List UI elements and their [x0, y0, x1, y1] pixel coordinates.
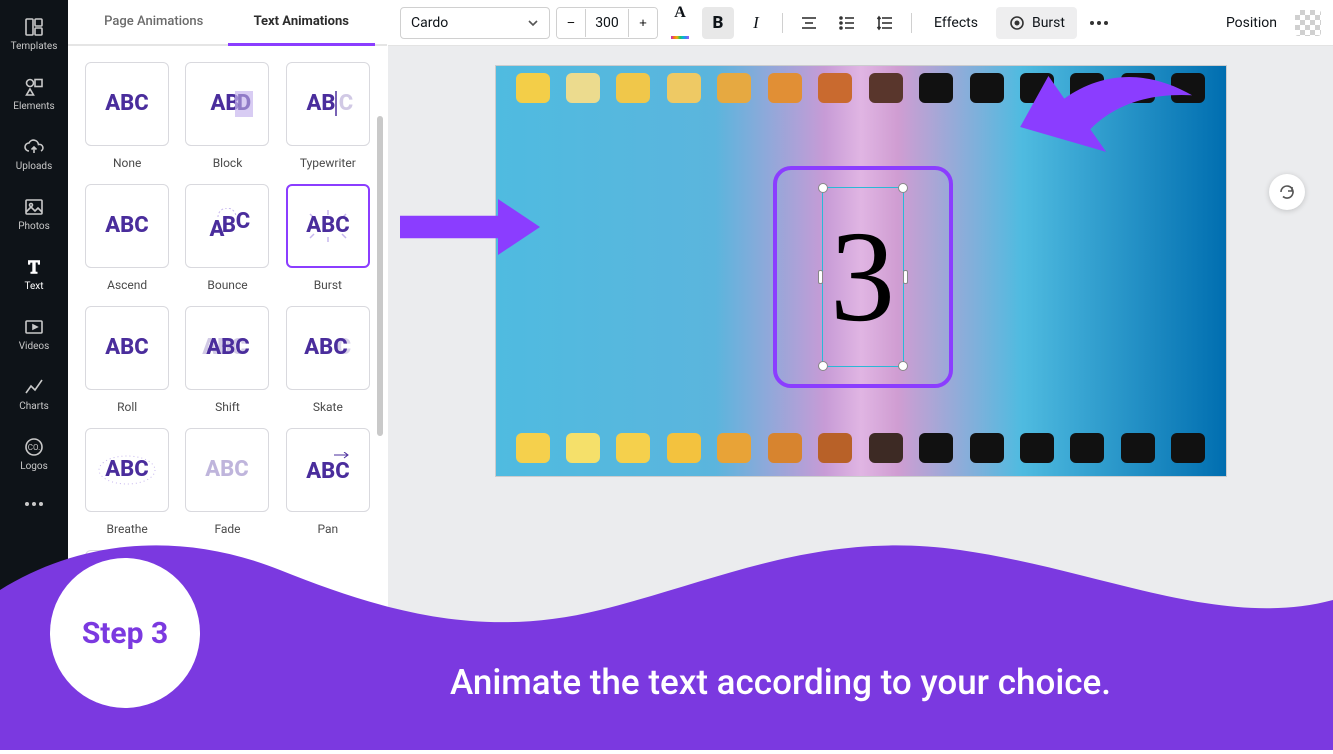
- bold-button[interactable]: B: [702, 7, 734, 39]
- anim-block[interactable]: ABDBlock: [184, 62, 270, 170]
- anim-ascend[interactable]: ABCAscend: [84, 184, 170, 292]
- photo-icon: [23, 196, 45, 218]
- svg-text:CO.: CO.: [28, 443, 40, 452]
- arrow-annotation-1: [400, 192, 540, 262]
- logo-icon: CO.: [23, 436, 45, 458]
- svg-text:ABC: ABC: [105, 583, 148, 608]
- text-color[interactable]: A: [664, 7, 696, 39]
- nav-text[interactable]: TText: [0, 248, 68, 300]
- anim-bounce[interactable]: ABCBounce: [184, 184, 270, 292]
- list-icon: [838, 14, 856, 32]
- tab-text-anim[interactable]: Text Animations: [228, 0, 376, 46]
- svg-text:ABC: ABC: [207, 335, 250, 360]
- svg-text:ABC: ABC: [105, 457, 148, 482]
- side-panel: Page Animations Text Animations ABCNone …: [68, 0, 388, 750]
- svg-text:B: B: [222, 213, 236, 238]
- nav-rail: Templates Elements Uploads Photos TText …: [0, 0, 68, 750]
- nav-elements[interactable]: Elements: [0, 68, 68, 120]
- page-tray: 3 +: [388, 670, 1333, 750]
- anim-extra[interactable]: ABC: [84, 550, 170, 634]
- italic-button[interactable]: I: [740, 7, 772, 39]
- font-size-dec[interactable]: −: [557, 8, 585, 38]
- spacing-button[interactable]: [869, 7, 901, 39]
- video-icon: [23, 316, 45, 338]
- anim-typewriter[interactable]: ABCTypewriter: [285, 62, 371, 170]
- anim-pan[interactable]: ABCPan: [285, 428, 371, 536]
- svg-text:ABC: ABC: [306, 213, 349, 238]
- collapse-tray[interactable]: ⌄: [838, 667, 884, 679]
- svg-text:D: D: [237, 91, 251, 116]
- list-button[interactable]: [831, 7, 863, 39]
- font-size-group: − 300 +: [556, 7, 658, 39]
- spacing-icon: [876, 14, 894, 32]
- selection-box[interactable]: 3: [822, 187, 904, 367]
- font-size-value[interactable]: 300: [585, 9, 629, 37]
- nav-more[interactable]: [0, 488, 68, 514]
- anim-burst[interactable]: ABCBurst: [285, 184, 371, 292]
- font-select[interactable]: Cardo: [400, 7, 550, 39]
- anim-none[interactable]: ABCNone: [84, 62, 170, 170]
- more-dots-icon: [25, 502, 43, 506]
- animation-button[interactable]: Burst: [996, 7, 1077, 39]
- text-highlight: 3: [773, 166, 953, 388]
- toolbar: Cardo − 300 + A B I Effects Burst Positi…: [388, 0, 1333, 46]
- canvas-text[interactable]: 3: [830, 202, 895, 352]
- cloud-upload-icon: [23, 136, 45, 158]
- svg-text:ABC: ABC: [105, 213, 148, 238]
- svg-text:ABC: ABC: [206, 457, 249, 482]
- font-size-inc[interactable]: +: [629, 8, 657, 38]
- elements-icon: [23, 76, 45, 98]
- chart-icon: [23, 376, 45, 398]
- refresh-icon: [1278, 183, 1296, 201]
- anim-shift[interactable]: ABCABCShift: [184, 306, 270, 414]
- nav-videos[interactable]: Videos: [0, 308, 68, 360]
- nav-charts[interactable]: Charts: [0, 368, 68, 420]
- anim-tabs: Page Animations Text Animations: [68, 0, 387, 46]
- refresh-fab[interactable]: [1269, 174, 1305, 210]
- nav-uploads[interactable]: Uploads: [0, 128, 68, 180]
- position-button[interactable]: Position: [1214, 7, 1289, 39]
- anim-fade[interactable]: ABCFade: [184, 428, 270, 536]
- svg-text:ABC: ABC: [105, 335, 148, 360]
- text-icon: T: [23, 256, 45, 278]
- effects-button[interactable]: Effects: [922, 7, 990, 39]
- tab-page-anim[interactable]: Page Animations: [80, 0, 228, 46]
- align-button[interactable]: [793, 7, 825, 39]
- animation-icon: [1008, 14, 1026, 32]
- page-thumb-1[interactable]: 3: [406, 688, 488, 734]
- nav-photos[interactable]: Photos: [0, 188, 68, 240]
- svg-text:C: C: [339, 91, 353, 116]
- transparency-button[interactable]: [1295, 10, 1321, 36]
- svg-text:T: T: [29, 257, 40, 277]
- align-icon: [800, 14, 818, 32]
- chevron-down-icon: [527, 17, 539, 29]
- svg-text:ABC: ABC: [105, 91, 148, 116]
- anim-breathe[interactable]: ABCBreathe: [84, 428, 170, 536]
- add-page[interactable]: +: [500, 688, 582, 734]
- canvas-area[interactable]: 3: [388, 46, 1333, 670]
- svg-text:C: C: [236, 209, 250, 234]
- nav-templates[interactable]: Templates: [0, 8, 68, 60]
- svg-text:C: C: [337, 335, 351, 360]
- anim-skate[interactable]: ABCCSkate: [285, 306, 371, 414]
- svg-text:AB: AB: [306, 91, 335, 116]
- anim-roll[interactable]: ABCRoll: [84, 306, 170, 414]
- scrollbar[interactable]: [377, 116, 383, 436]
- nav-logos[interactable]: CO.Logos: [0, 428, 68, 480]
- templates-icon: [23, 16, 45, 38]
- anim-grid: ABCNone ABDBlock ABCTypewriter ABCAscend…: [84, 62, 371, 634]
- svg-text:ABC: ABC: [306, 459, 349, 484]
